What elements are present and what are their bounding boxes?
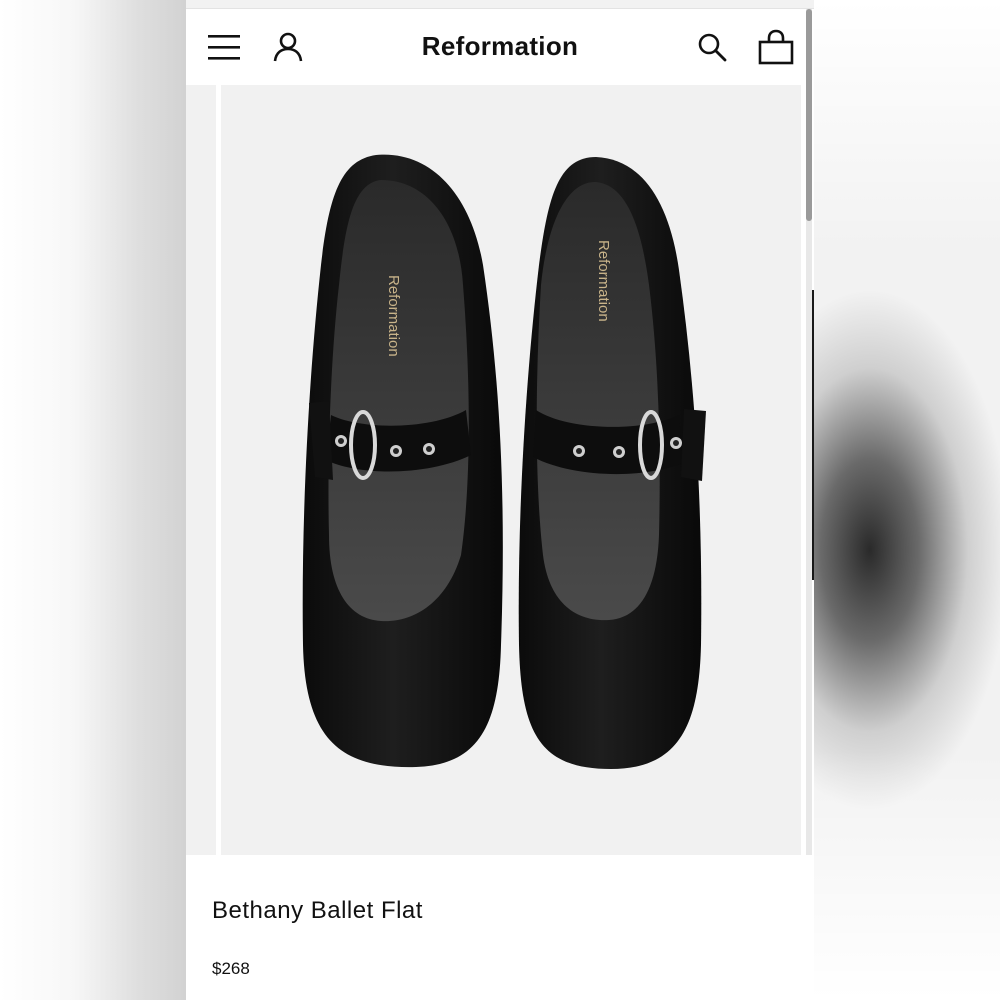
product-image[interactable]: Reformation Reformation (221, 85, 801, 855)
blurred-backdrop-right (814, 0, 1000, 1000)
search-icon (698, 33, 727, 62)
search-button[interactable] (692, 27, 732, 67)
product-info: Bethany Ballet Flat $268 (186, 855, 814, 1000)
status-strip (186, 0, 814, 9)
product-image-gallery[interactable]: Reformation Reformation (186, 85, 806, 855)
product-title[interactable]: Bethany Ballet Flat (212, 897, 423, 925)
phone-screen: Reformation Reformation Reformation Beth… (186, 0, 814, 1000)
blurred-backdrop-left (0, 0, 186, 1000)
right-shoe: Reformation (518, 157, 706, 769)
right-insole-print: Reformation (595, 240, 612, 322)
scrollbar-thumb[interactable] (806, 9, 812, 221)
bag-icon (758, 29, 794, 65)
left-insole-print: Reformation (385, 275, 402, 357)
previous-slide-edge[interactable] (186, 85, 216, 855)
shoe-photo: Reformation Reformation (302, 154, 706, 769)
left-shoe: Reformation (302, 154, 503, 768)
bag-button[interactable] (756, 27, 796, 67)
site-header: Reformation (186, 9, 814, 85)
product-price: $268 (212, 959, 250, 978)
